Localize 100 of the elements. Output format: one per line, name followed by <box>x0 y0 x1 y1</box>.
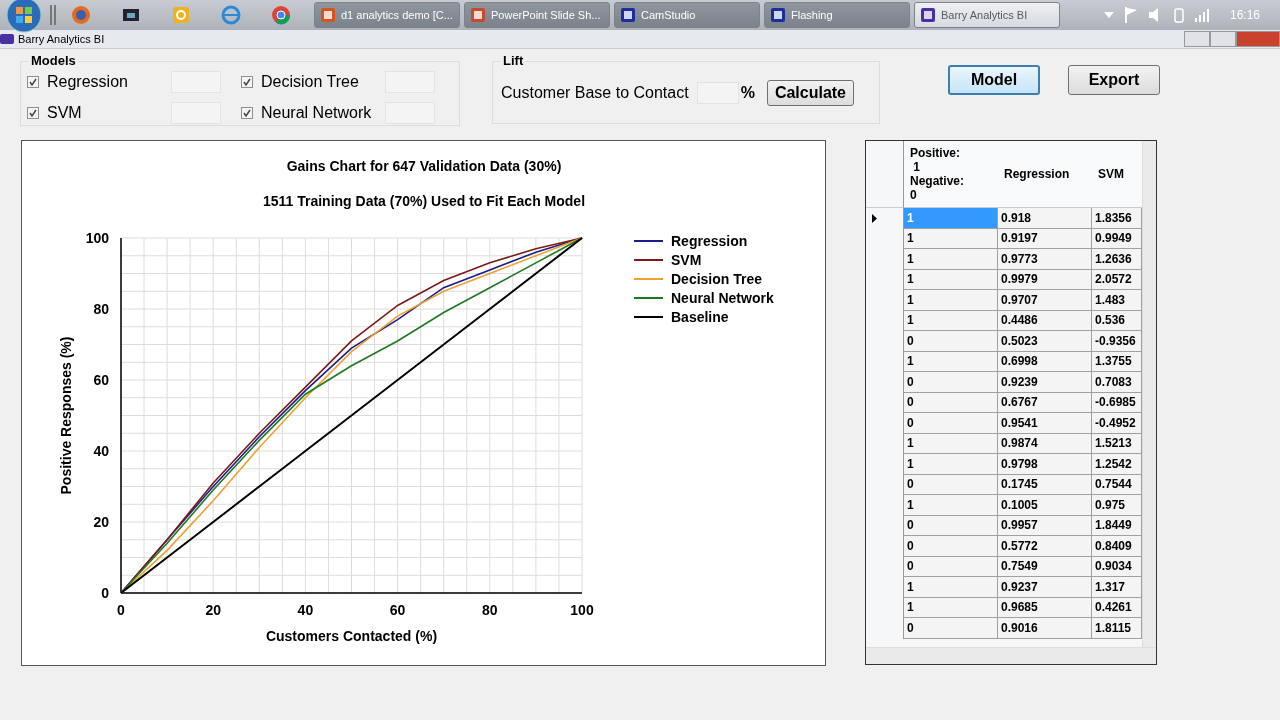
table-cell: 0.6998 <box>998 351 1092 372</box>
table-cell: 1 <box>904 310 998 331</box>
legend-label: SVM <box>671 252 702 268</box>
legend-label: Decision Tree <box>671 271 763 287</box>
app-icon <box>920 7 936 23</box>
axis-title: Positive Responses (%) <box>58 336 74 495</box>
table-cell: 0 <box>904 536 998 557</box>
table-cell: 0 <box>904 515 998 536</box>
table-cell: 0.8409 <box>1092 536 1142 557</box>
table-cell: 0.9707 <box>998 290 1092 311</box>
tick-label: 60 <box>389 602 406 618</box>
battery-icon[interactable] <box>1173 7 1184 23</box>
tick-label: 20 <box>93 514 109 530</box>
table-cell: 0.9773 <box>998 249 1092 270</box>
app-icon <box>320 7 336 23</box>
checkbox-label[interactable]: Decision Tree <box>261 73 385 92</box>
table-cell: 1 <box>904 433 998 454</box>
table-cell: 0.918 <box>998 208 1092 229</box>
legend-label: Neural Network <box>671 290 774 306</box>
table-cell: 0.9979 <box>998 269 1092 290</box>
table-cell: 1 <box>904 495 998 516</box>
action-button[interactable]: Export <box>1068 65 1160 95</box>
flag-icon[interactable] <box>1123 7 1138 23</box>
table-cell: 2.0572 <box>1092 269 1142 290</box>
tick-label: 80 <box>93 301 109 317</box>
browser-icon[interactable] <box>221 5 241 25</box>
table-cell: 1.483 <box>1092 290 1142 311</box>
table-cell: 1 <box>904 249 998 270</box>
checkbox[interactable] <box>27 76 39 89</box>
action-button[interactable]: Model <box>948 65 1040 95</box>
table-cell: 0.9874 <box>998 433 1092 454</box>
table-cell: 0.9685 <box>998 597 1092 618</box>
taskbar-button[interactable]: Barry Analytics BI <box>914 2 1060 28</box>
tick-label: 60 <box>93 372 109 388</box>
table-cell: 0 <box>904 474 998 495</box>
input-field[interactable] <box>171 101 221 124</box>
table-cell: 1 <box>904 454 998 475</box>
table-cell: -0.4952 <box>1092 413 1142 434</box>
vertical-scrollbar[interactable] <box>1142 141 1156 647</box>
table-cell: 1 <box>904 228 998 249</box>
table-cell: 0 <box>904 413 998 434</box>
tick-label: 100 <box>85 230 109 246</box>
chart-title: Gains Chart for 647 Validation Data (30%) <box>286 158 562 174</box>
checkbox[interactable] <box>27 106 39 119</box>
table-cell: 1 <box>904 208 998 229</box>
table-cell: 0.7083 <box>1092 372 1142 393</box>
group-title: Models <box>29 53 78 68</box>
table-cell: 1.8449 <box>1092 515 1142 536</box>
calculate-button[interactable]: Calculate <box>766 79 854 106</box>
checkbox-label[interactable]: Regression <box>47 73 171 92</box>
app-icon <box>0 33 14 45</box>
checkbox[interactable] <box>241 76 253 89</box>
tick-label: 0 <box>101 585 109 601</box>
mail-icon[interactable] <box>171 5 191 25</box>
maximize-button[interactable] <box>1210 31 1236 47</box>
table-cell: 0.5772 <box>998 536 1092 557</box>
table-cell: 0.7549 <box>998 556 1092 577</box>
row-pointer-icon <box>872 213 877 223</box>
horizontal-scrollbar[interactable] <box>866 647 1156 664</box>
table-cell: 0 <box>904 331 998 352</box>
caret-icon[interactable] <box>1103 12 1114 18</box>
table-cell: 0.9798 <box>998 454 1092 475</box>
table-cell: 1.2542 <box>1092 454 1142 475</box>
tick-label: 40 <box>93 443 109 459</box>
table-cell: 1.317 <box>1092 577 1142 598</box>
table-cell: 1 <box>904 577 998 598</box>
browser-icon[interactable] <box>271 5 291 25</box>
signal-icon[interactable] <box>1193 7 1210 23</box>
checkbox-label[interactable]: Neural Network <box>261 103 385 122</box>
table-cell: 0.9237 <box>998 577 1092 598</box>
table-cell: -0.9356 <box>1092 331 1142 352</box>
unit-label: % <box>740 83 755 102</box>
table-cell: 0.1005 <box>998 495 1092 516</box>
close-button[interactable] <box>1236 31 1280 47</box>
table-cell: 1.3755 <box>1092 351 1142 372</box>
table-cell: 0.975 <box>1092 495 1142 516</box>
browser-icon[interactable] <box>71 5 91 25</box>
axis-title: Customers Contacted (%) <box>265 628 438 644</box>
table-cell: 0.5023 <box>998 331 1092 352</box>
table-cell: 0 <box>904 556 998 577</box>
app-icon <box>770 7 786 23</box>
legend-label: Baseline <box>671 309 729 325</box>
checkbox[interactable] <box>241 106 253 119</box>
tick-label: 40 <box>297 602 314 618</box>
app-icon <box>620 7 636 23</box>
table-cell: 0.7544 <box>1092 474 1142 495</box>
table-cell: 0.9957 <box>998 515 1092 536</box>
table-cell: 1 <box>904 290 998 311</box>
minimize-button[interactable] <box>1184 31 1210 47</box>
checkbox-label[interactable]: SVM <box>47 103 171 122</box>
table-cell: 0.6767 <box>998 392 1092 413</box>
group-title: Lift <box>501 53 526 68</box>
table-cell: 1 <box>904 269 998 290</box>
start-button[interactable] <box>6 0 42 33</box>
table-cell: 1.5213 <box>1092 433 1142 454</box>
table-cell: 1.2636 <box>1092 249 1142 270</box>
table-cell: 0.9034 <box>1092 556 1142 577</box>
chart-subtitle: 1511 Training Data (70%) Used to Fit Each Model <box>262 193 586 209</box>
input-field[interactable] <box>385 101 435 124</box>
table-cell: 0.9239 <box>998 372 1092 393</box>
